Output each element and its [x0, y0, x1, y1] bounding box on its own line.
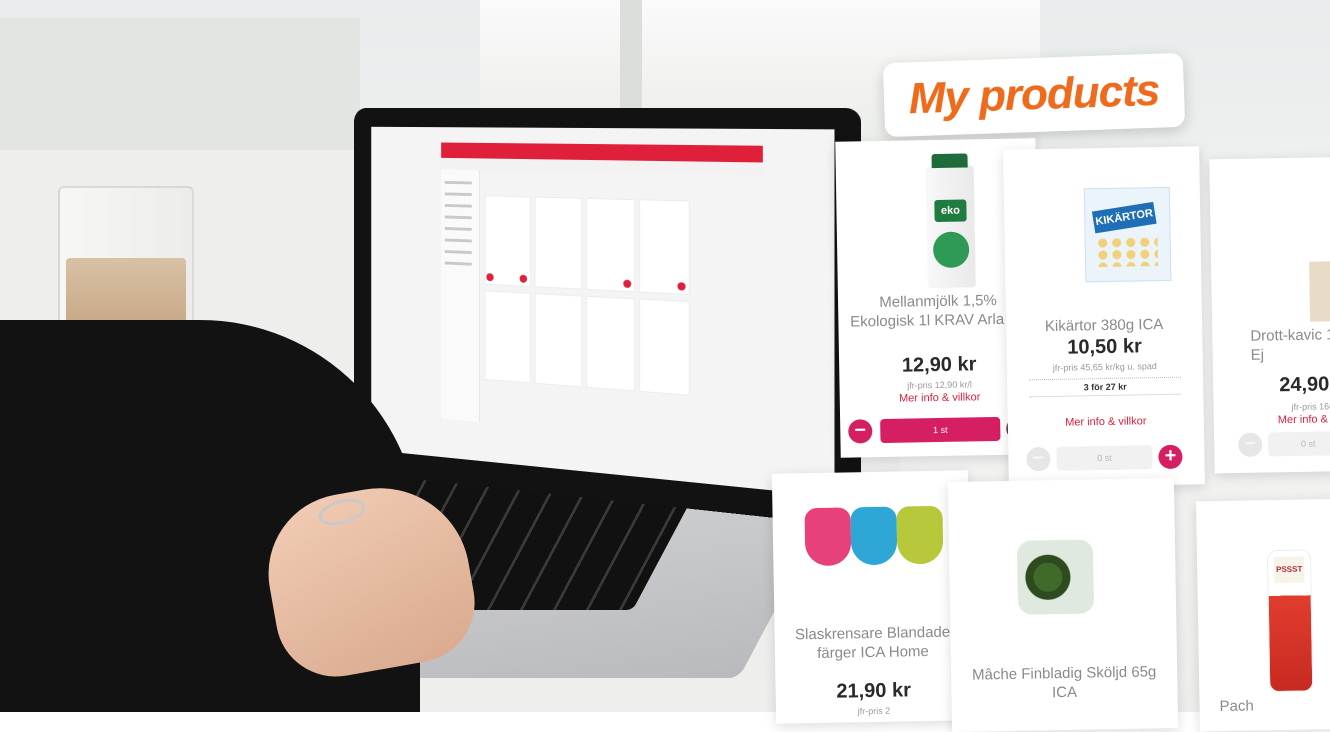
screen-minus-icon [486, 273, 494, 282]
product-name: Mâche Finbladig Sköljd 65g ICA [971, 663, 1157, 702]
quantity-display[interactable]: 0 st [1056, 445, 1153, 471]
chair [0, 18, 360, 168]
green-strainer-image [896, 505, 944, 565]
product-card-tomatoes[interactable]: PSSST Pach [1196, 498, 1330, 732]
chickpeas-graphic [1095, 236, 1159, 268]
screen-product-card [586, 197, 636, 293]
screen-sidebar-item [444, 180, 472, 185]
product-price: 24,90 [1279, 373, 1330, 397]
product-card-slaskrensare[interactable]: Slaskrensare Blandade färger ICA Home 21… [771, 470, 973, 724]
window-frame [620, 0, 642, 120]
product-price: 10,50 kr [1067, 335, 1142, 359]
salad-bag-image [1016, 539, 1095, 615]
decrease-quantity-button[interactable]: − [1026, 446, 1051, 472]
product-card-chickpeas[interactable]: KIKÄRTOR Kikärtor 380g ICA 10,50 kr jfr-… [1003, 146, 1205, 488]
product-price: 21,90 kr [836, 679, 912, 703]
tomato-label: PSSST [1273, 556, 1305, 584]
more-info-link[interactable]: Mer info & villkor [1008, 414, 1204, 429]
quantity-display[interactable]: 0 st [1268, 431, 1330, 457]
more-info-link[interactable]: Mer info & v [1278, 413, 1330, 426]
product-name: Slaskrensare Blandade färger ICA Home [794, 623, 951, 662]
screen-product-card [534, 196, 583, 290]
screen-product-card [534, 293, 583, 388]
quantity-display[interactable]: 1 st [880, 416, 1001, 444]
laptop-lid [354, 107, 862, 528]
screen-product-card [639, 298, 690, 396]
milk-globe-graphic [932, 231, 970, 269]
screen-plus-icon [677, 282, 686, 291]
laptop-screen [371, 126, 835, 497]
screen-product-card [586, 295, 636, 392]
screen-plus-icon [623, 279, 632, 289]
tomato-pack-image: PSSST [1266, 549, 1314, 693]
product-card-caviar[interactable]: Drott-kavic 150g Ej 24,90 jfr-pris 166 M… [1209, 156, 1330, 474]
decrease-quantity-button[interactable]: − [848, 419, 873, 444]
screen-product-card [639, 199, 690, 296]
pink-strainer-image [804, 507, 852, 567]
screen-plus-icon [519, 274, 528, 283]
product-card-mache[interactable]: Mâche Finbladig Sköljd 65g ICA [947, 478, 1179, 732]
chickpea-box-image: KIKÄRTOR [1083, 186, 1172, 283]
decrease-quantity-button[interactable]: − [1238, 432, 1263, 457]
unit-price: jfr-pris 166 [1291, 401, 1330, 413]
my-products-badge: My products [882, 52, 1186, 138]
my-products-title: My products [907, 65, 1161, 124]
product-name: Drott-kavic 150g Ej [1250, 325, 1330, 364]
unit-price: jfr-pris 2 [857, 705, 891, 717]
caviar-tube-image [1309, 260, 1330, 322]
product-name: Kikärtor 380g ICA [1044, 315, 1164, 336]
product-name: Pach [1219, 697, 1254, 716]
eko-label: eko [934, 199, 967, 223]
chickpea-label: KIKÄRTOR [1091, 201, 1157, 234]
milk-carton-image: eko [925, 153, 976, 289]
unit-price: jfr-pris 45,65 kr/kg u. spad [1052, 361, 1157, 373]
blue-strainer-image [850, 506, 898, 566]
deal-label: 3 för 27 kr [1029, 376, 1182, 398]
increase-quantity-button[interactable]: + [1158, 444, 1183, 470]
screen-product-card [484, 290, 531, 384]
milk-cap [931, 153, 968, 169]
